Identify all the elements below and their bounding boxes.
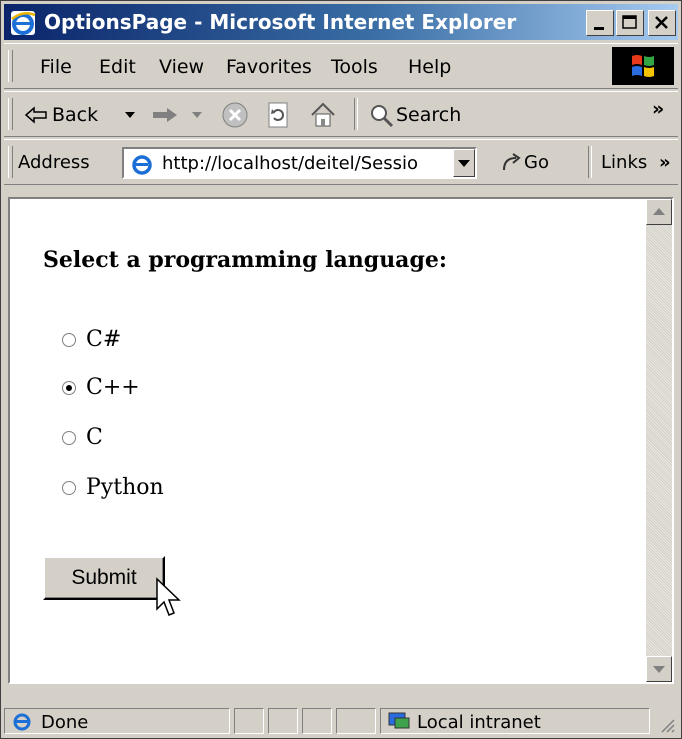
address-label: Address <box>18 152 90 173</box>
toolbar-grip[interactable] <box>8 98 13 130</box>
intranet-icon <box>388 712 410 729</box>
search-button[interactable]: Search <box>368 100 508 130</box>
ie-page-icon <box>13 713 31 731</box>
toolbar-grip[interactable] <box>8 146 13 178</box>
radio-button[interactable] <box>62 381 76 395</box>
radio-label: C# <box>86 327 122 352</box>
menu-file[interactable]: File <box>40 56 72 78</box>
radio-button[interactable] <box>62 431 76 445</box>
back-arrow-icon <box>24 106 47 124</box>
title-bar[interactable]: OptionsPage - Microsoft Internet Explore… <box>4 4 678 40</box>
status-panel <box>268 708 298 734</box>
page-content: Select a programming language: C# C++ C … <box>8 197 674 684</box>
status-panel <box>336 708 376 734</box>
chevron-down-icon <box>653 666 665 673</box>
minimize-icon <box>594 27 604 30</box>
maximize-button[interactable] <box>616 10 644 36</box>
menu-tools[interactable]: Tools <box>331 56 378 78</box>
address-url: http://localhost/deitel/Sessio <box>162 153 418 174</box>
home-icon[interactable] <box>308 100 338 130</box>
menu-bar: File Edit View Favorites Tools Help <box>4 43 678 89</box>
ie-logo-icon <box>11 11 36 35</box>
toolbar-separator <box>588 146 592 178</box>
search-label: Search <box>396 104 462 126</box>
zone-text: Local intranet <box>417 712 541 733</box>
scroll-down-button[interactable] <box>646 656 672 682</box>
status-panel <box>302 708 332 734</box>
links-overflow-chevron: » <box>658 152 671 173</box>
browser-window: OptionsPage - Microsoft Internet Explore… <box>0 0 682 739</box>
address-dropdown-button[interactable] <box>453 149 475 177</box>
standard-toolbar: Back Search » <box>4 91 678 137</box>
toolbar-overflow-chevron[interactable]: » <box>652 98 664 128</box>
links-label: Links <box>601 152 648 173</box>
resize-grip-icon[interactable] <box>658 716 676 734</box>
chevron-up-icon <box>653 208 665 215</box>
go-label: Go <box>524 152 549 173</box>
toolbar-grip[interactable] <box>8 50 13 82</box>
search-icon <box>371 105 394 128</box>
back-button[interactable]: Back <box>24 100 144 130</box>
status-panel-zone: Local intranet <box>380 708 650 734</box>
stop-icon[interactable] <box>220 100 250 130</box>
status-panel <box>234 708 264 734</box>
status-text: Done <box>41 712 89 733</box>
radio-button[interactable] <box>62 481 76 495</box>
address-bar: Address http://localhost/deitel/Sessio G… <box>4 139 678 185</box>
status-bar: Done Local intranet <box>4 706 678 736</box>
radio-selected-dot <box>66 385 72 391</box>
windows-logo-icon <box>632 55 654 77</box>
minimize-button[interactable] <box>586 10 614 36</box>
maximize-icon <box>622 15 637 29</box>
address-input[interactable]: http://localhost/deitel/Sessio <box>122 147 477 179</box>
links-button[interactable]: Links » <box>601 152 671 173</box>
page-icon <box>131 153 153 175</box>
page-heading: Select a programming language: <box>43 247 447 273</box>
status-panel-main: Done <box>4 708 230 734</box>
close-icon <box>655 16 668 29</box>
forward-arrow-icon <box>153 108 177 122</box>
chevron-down-icon <box>458 160 470 167</box>
windows-logo <box>612 47 674 85</box>
chevron-down-icon <box>125 112 135 118</box>
radio-label: Python <box>86 475 164 500</box>
submit-button[interactable]: Submit <box>43 556 165 600</box>
chevron-down-icon <box>192 112 202 118</box>
window-title: OptionsPage - Microsoft Internet Explore… <box>44 10 517 34</box>
go-arrow-icon <box>503 153 521 171</box>
mouse-cursor-icon <box>156 577 181 616</box>
back-label: Back <box>52 104 99 126</box>
close-button[interactable] <box>648 10 676 36</box>
menu-favorites[interactable]: Favorites <box>226 56 312 78</box>
refresh-icon[interactable] <box>264 100 294 130</box>
forward-button[interactable] <box>151 100 211 130</box>
toolbar-separator <box>354 98 358 130</box>
menu-help[interactable]: Help <box>408 56 451 78</box>
vertical-scrollbar[interactable] <box>646 199 672 682</box>
menu-view[interactable]: View <box>159 56 204 78</box>
radio-label: C++ <box>86 375 140 400</box>
radio-label: C <box>86 425 103 450</box>
scroll-up-button[interactable] <box>646 199 672 225</box>
menu-edit[interactable]: Edit <box>99 56 136 78</box>
radio-button[interactable] <box>62 333 76 347</box>
